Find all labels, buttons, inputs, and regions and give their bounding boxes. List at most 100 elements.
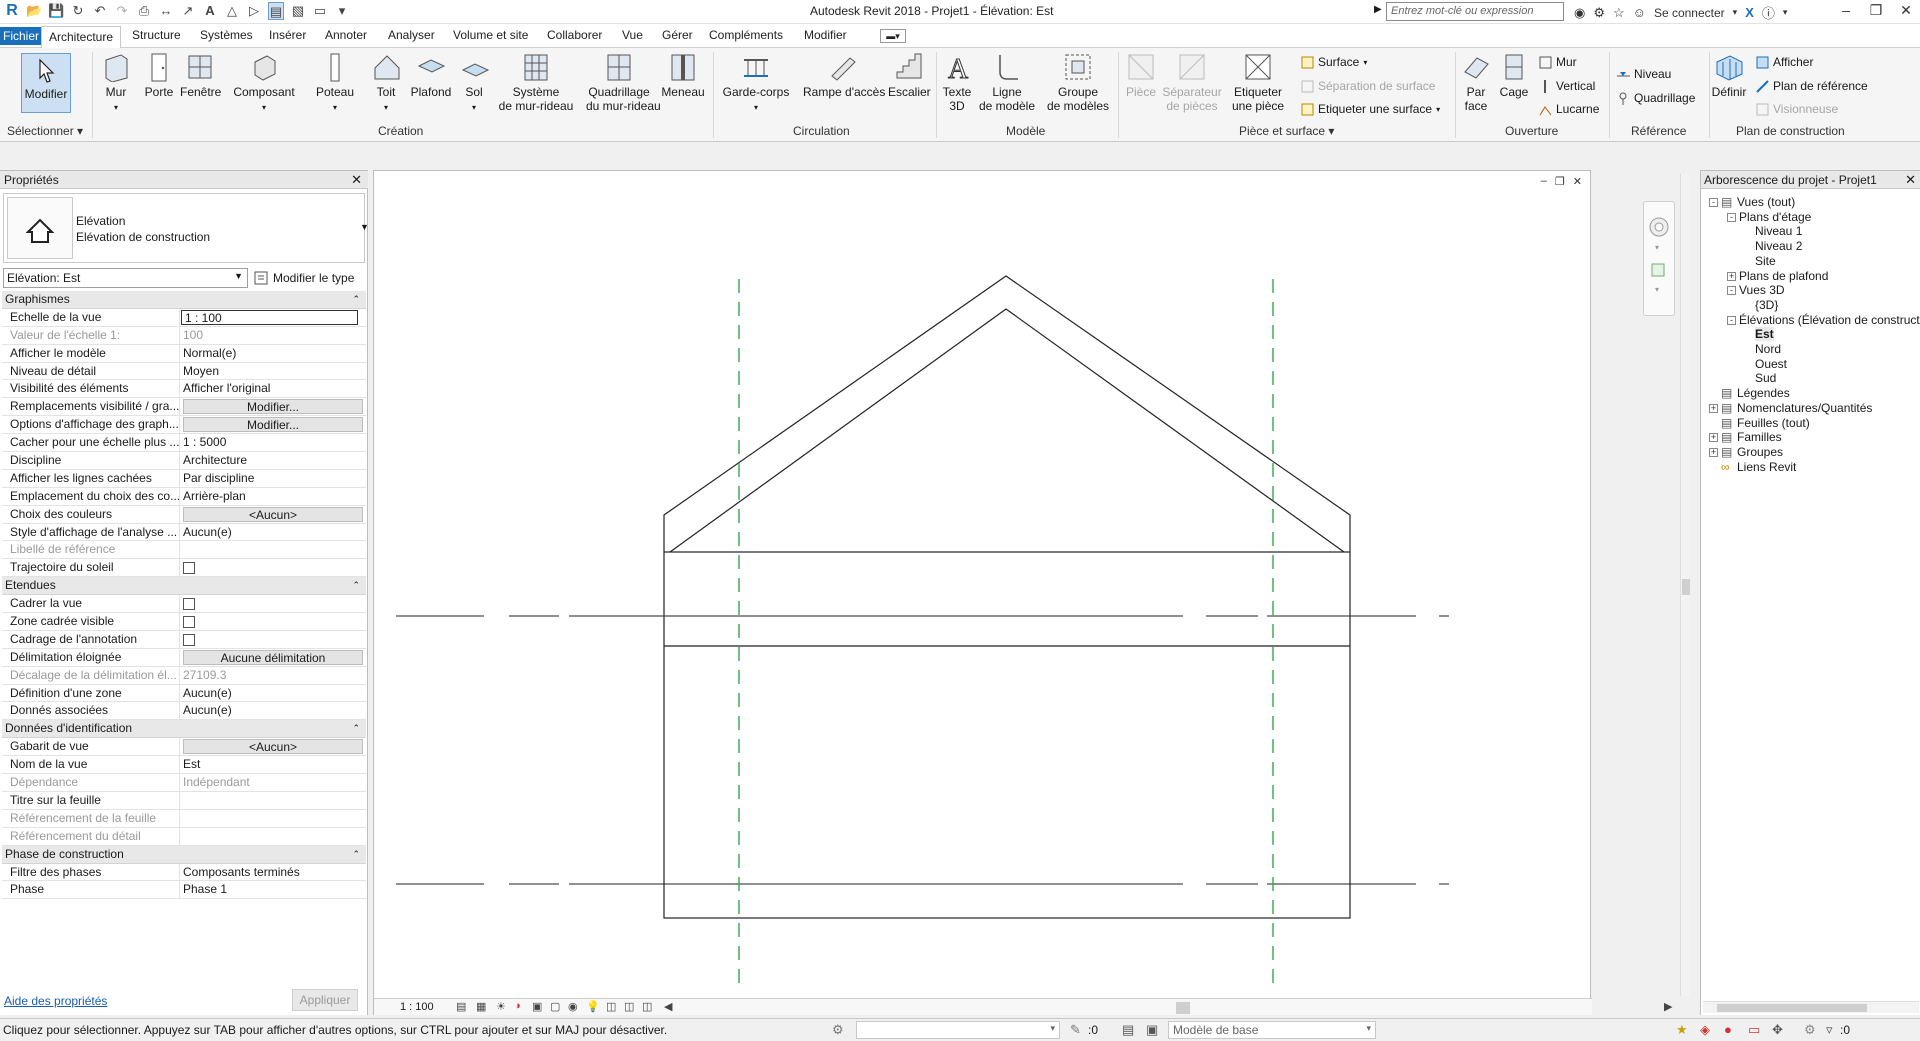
property-value[interactable] (180, 792, 366, 809)
filter-icon[interactable]: ▿ (1826, 1022, 1833, 1038)
property-value[interactable]: Composants terminés (180, 864, 366, 881)
tab-gerer[interactable]: Gérer (662, 28, 693, 42)
instance-filter-select[interactable]: Elévation: Est ▼ (3, 268, 248, 288)
column-button[interactable]: Poteau ▾ (315, 52, 355, 115)
wall-button[interactable]: Mur ▾ (101, 52, 131, 115)
help-icon[interactable]: ⓘ (1762, 3, 1775, 22)
measure-icon[interactable]: ↔ (158, 2, 174, 20)
property-section[interactable]: Graphismes ⌃ (2, 291, 366, 309)
property-value[interactable] (180, 595, 366, 612)
select-by-face-icon[interactable]: ▭ (1748, 1022, 1760, 1038)
roof-button[interactable]: Toit ▾ (372, 52, 400, 115)
tab-complements[interactable]: Compléments (709, 28, 783, 42)
close-hidden-icon[interactable]: ▧ (290, 2, 306, 20)
property-value[interactable] (180, 559, 366, 576)
wall-opening-button[interactable]: Mur (1539, 55, 1577, 69)
room-separator-button[interactable]: Séparateur de pièces (1161, 52, 1223, 113)
expand-icon[interactable]: + (1709, 433, 1718, 443)
collapse-icon[interactable]: - (1727, 212, 1736, 222)
property-value[interactable]: Aucun(e) (180, 685, 366, 702)
vertical-opening-button[interactable]: Vertical (1539, 79, 1595, 93)
property-value[interactable]: Architecture (180, 452, 366, 469)
help-dropdown-icon[interactable]: ▾ (1783, 7, 1788, 18)
model-text-button[interactable]: A Texte 3D (942, 52, 972, 114)
binoculars-icon[interactable]: ◉ (1574, 5, 1585, 21)
property-edit-button[interactable]: <Aucun> (183, 506, 363, 522)
modify-button[interactable]: Modifier (21, 53, 71, 113)
tree-item[interactable]: Est (1755, 327, 1774, 342)
horizontal-scroll-thumb[interactable] (1176, 1002, 1190, 1014)
curtain-grid-button[interactable]: Quadrillage du mur-rideau (586, 52, 661, 113)
property-section[interactable]: Etendues ⌃ (2, 577, 366, 596)
property-checkbox[interactable] (183, 562, 195, 575)
select-underlay-icon[interactable]: ◈ (1700, 1022, 1710, 1038)
tab-analyser[interactable]: Analyser (388, 28, 435, 42)
component-button[interactable]: Composant ▾ (232, 52, 296, 115)
print-icon[interactable]: ⎙ (136, 2, 152, 20)
3d-view-icon[interactable]: △ (224, 2, 240, 20)
property-edit-button[interactable]: Modifier... (183, 399, 363, 415)
property-value[interactable]: Normal(e) (180, 345, 366, 362)
tree-item[interactable]: Légendes (1737, 386, 1790, 400)
exclude-options-icon[interactable]: ▣ (1146, 1022, 1158, 1038)
design-option-select[interactable]: Modèle de base ▾ (1168, 1021, 1376, 1039)
tree-item[interactable]: Plans d'étage (1739, 210, 1811, 224)
model-group-button[interactable]: Groupe de modèles (1046, 52, 1110, 113)
vertical-scroll-thumb[interactable] (1682, 579, 1690, 595)
property-value[interactable]: Est (180, 756, 366, 773)
view-scale[interactable]: 1 : 100 (400, 1001, 434, 1013)
tree-item[interactable]: Vues (tout) (1737, 195, 1795, 209)
model-line-button[interactable]: Ligne de modèle (976, 52, 1038, 113)
close-icon[interactable]: ✕ (351, 172, 362, 188)
tree-item[interactable]: Élévations (Élévation de construction) (1739, 313, 1920, 327)
vertical-scrollbar[interactable] (1680, 174, 1690, 996)
edit-type-button[interactable]: Modifier le type (254, 267, 354, 289)
show-workplane-button[interactable]: Afficher (1756, 55, 1813, 69)
by-face-button[interactable]: Par face (1461, 52, 1491, 113)
dormer-button[interactable]: Lucarne (1539, 102, 1599, 116)
tab-annoter[interactable]: Annoter (325, 28, 367, 42)
tree-item[interactable]: Plans de plafond (1739, 269, 1828, 283)
property-value[interactable]: 1 : 100 (181, 309, 358, 325)
select-panel-label[interactable]: Sélectionner ▾ (7, 124, 83, 138)
tree-item[interactable]: Feuilles (tout) (1737, 416, 1810, 430)
ribbon-toggle-icon[interactable]: ▬▾ (880, 29, 906, 43)
open-icon[interactable]: 📂 (26, 2, 42, 20)
constraints-icon[interactable]: ◫ (642, 1000, 652, 1013)
ceiling-button[interactable]: Plafond (409, 52, 453, 99)
tree-item[interactable]: Nomenclatures/Quantités (1737, 401, 1872, 415)
save-icon[interactable]: 💾 (48, 2, 64, 20)
tag-area-button[interactable]: Etiqueter une surface ▾ (1301, 102, 1440, 116)
analysis-display-icon[interactable]: ◫ (624, 1000, 634, 1013)
worksets-icon[interactable]: ⚙ (832, 1022, 844, 1038)
customize-qat-icon[interactable]: ▾ (334, 2, 350, 20)
stair-button[interactable]: Escalier (888, 52, 931, 99)
property-value[interactable]: Phase 1 (180, 881, 366, 898)
redo-icon[interactable]: ↷ (114, 2, 130, 20)
collapse-icon[interactable]: ⌃ (352, 846, 360, 863)
revit-logo-icon[interactable]: R (4, 2, 20, 20)
navigation-bar[interactable]: ▾ ▾ (1643, 201, 1675, 316)
tree-item[interactable]: Vues 3D (1739, 283, 1785, 297)
collapse-icon[interactable]: ⌃ (352, 720, 360, 737)
level-button[interactable]: Niveau (1617, 67, 1671, 81)
property-value[interactable]: Afficher l'original (180, 380, 366, 397)
tag-room-button[interactable]: Etiqueter une pièce (1232, 52, 1284, 113)
property-value[interactable] (180, 613, 366, 630)
collapse-icon[interactable]: ⌃ (352, 291, 360, 308)
close-icon[interactable]: ✕ (1898, 2, 1914, 19)
temp-hide-icon[interactable]: ◉ (568, 1000, 578, 1013)
tab-fichier[interactable]: Fichier (0, 27, 43, 45)
sync-icon[interactable]: ↻ (70, 2, 86, 20)
section-icon[interactable]: ▷ (246, 2, 262, 20)
door-button[interactable]: Porte (142, 52, 176, 99)
scroll-left-icon[interactable]: ◀ (664, 1000, 672, 1013)
detail-level-icon[interactable]: ▤ (456, 1000, 466, 1013)
mullion-button[interactable]: Meneau (661, 52, 705, 99)
tree-item[interactable]: Niveau 1 (1755, 224, 1802, 238)
grid-button[interactable]: Quadrillage (1617, 91, 1695, 105)
shadows-icon[interactable]: ◑ (514, 1000, 521, 1012)
signin-button[interactable]: Se connecter (1654, 6, 1725, 20)
design-options-icon[interactable]: ▤ (1122, 1022, 1134, 1038)
crop-view-icon[interactable]: ▣ (532, 1000, 542, 1013)
